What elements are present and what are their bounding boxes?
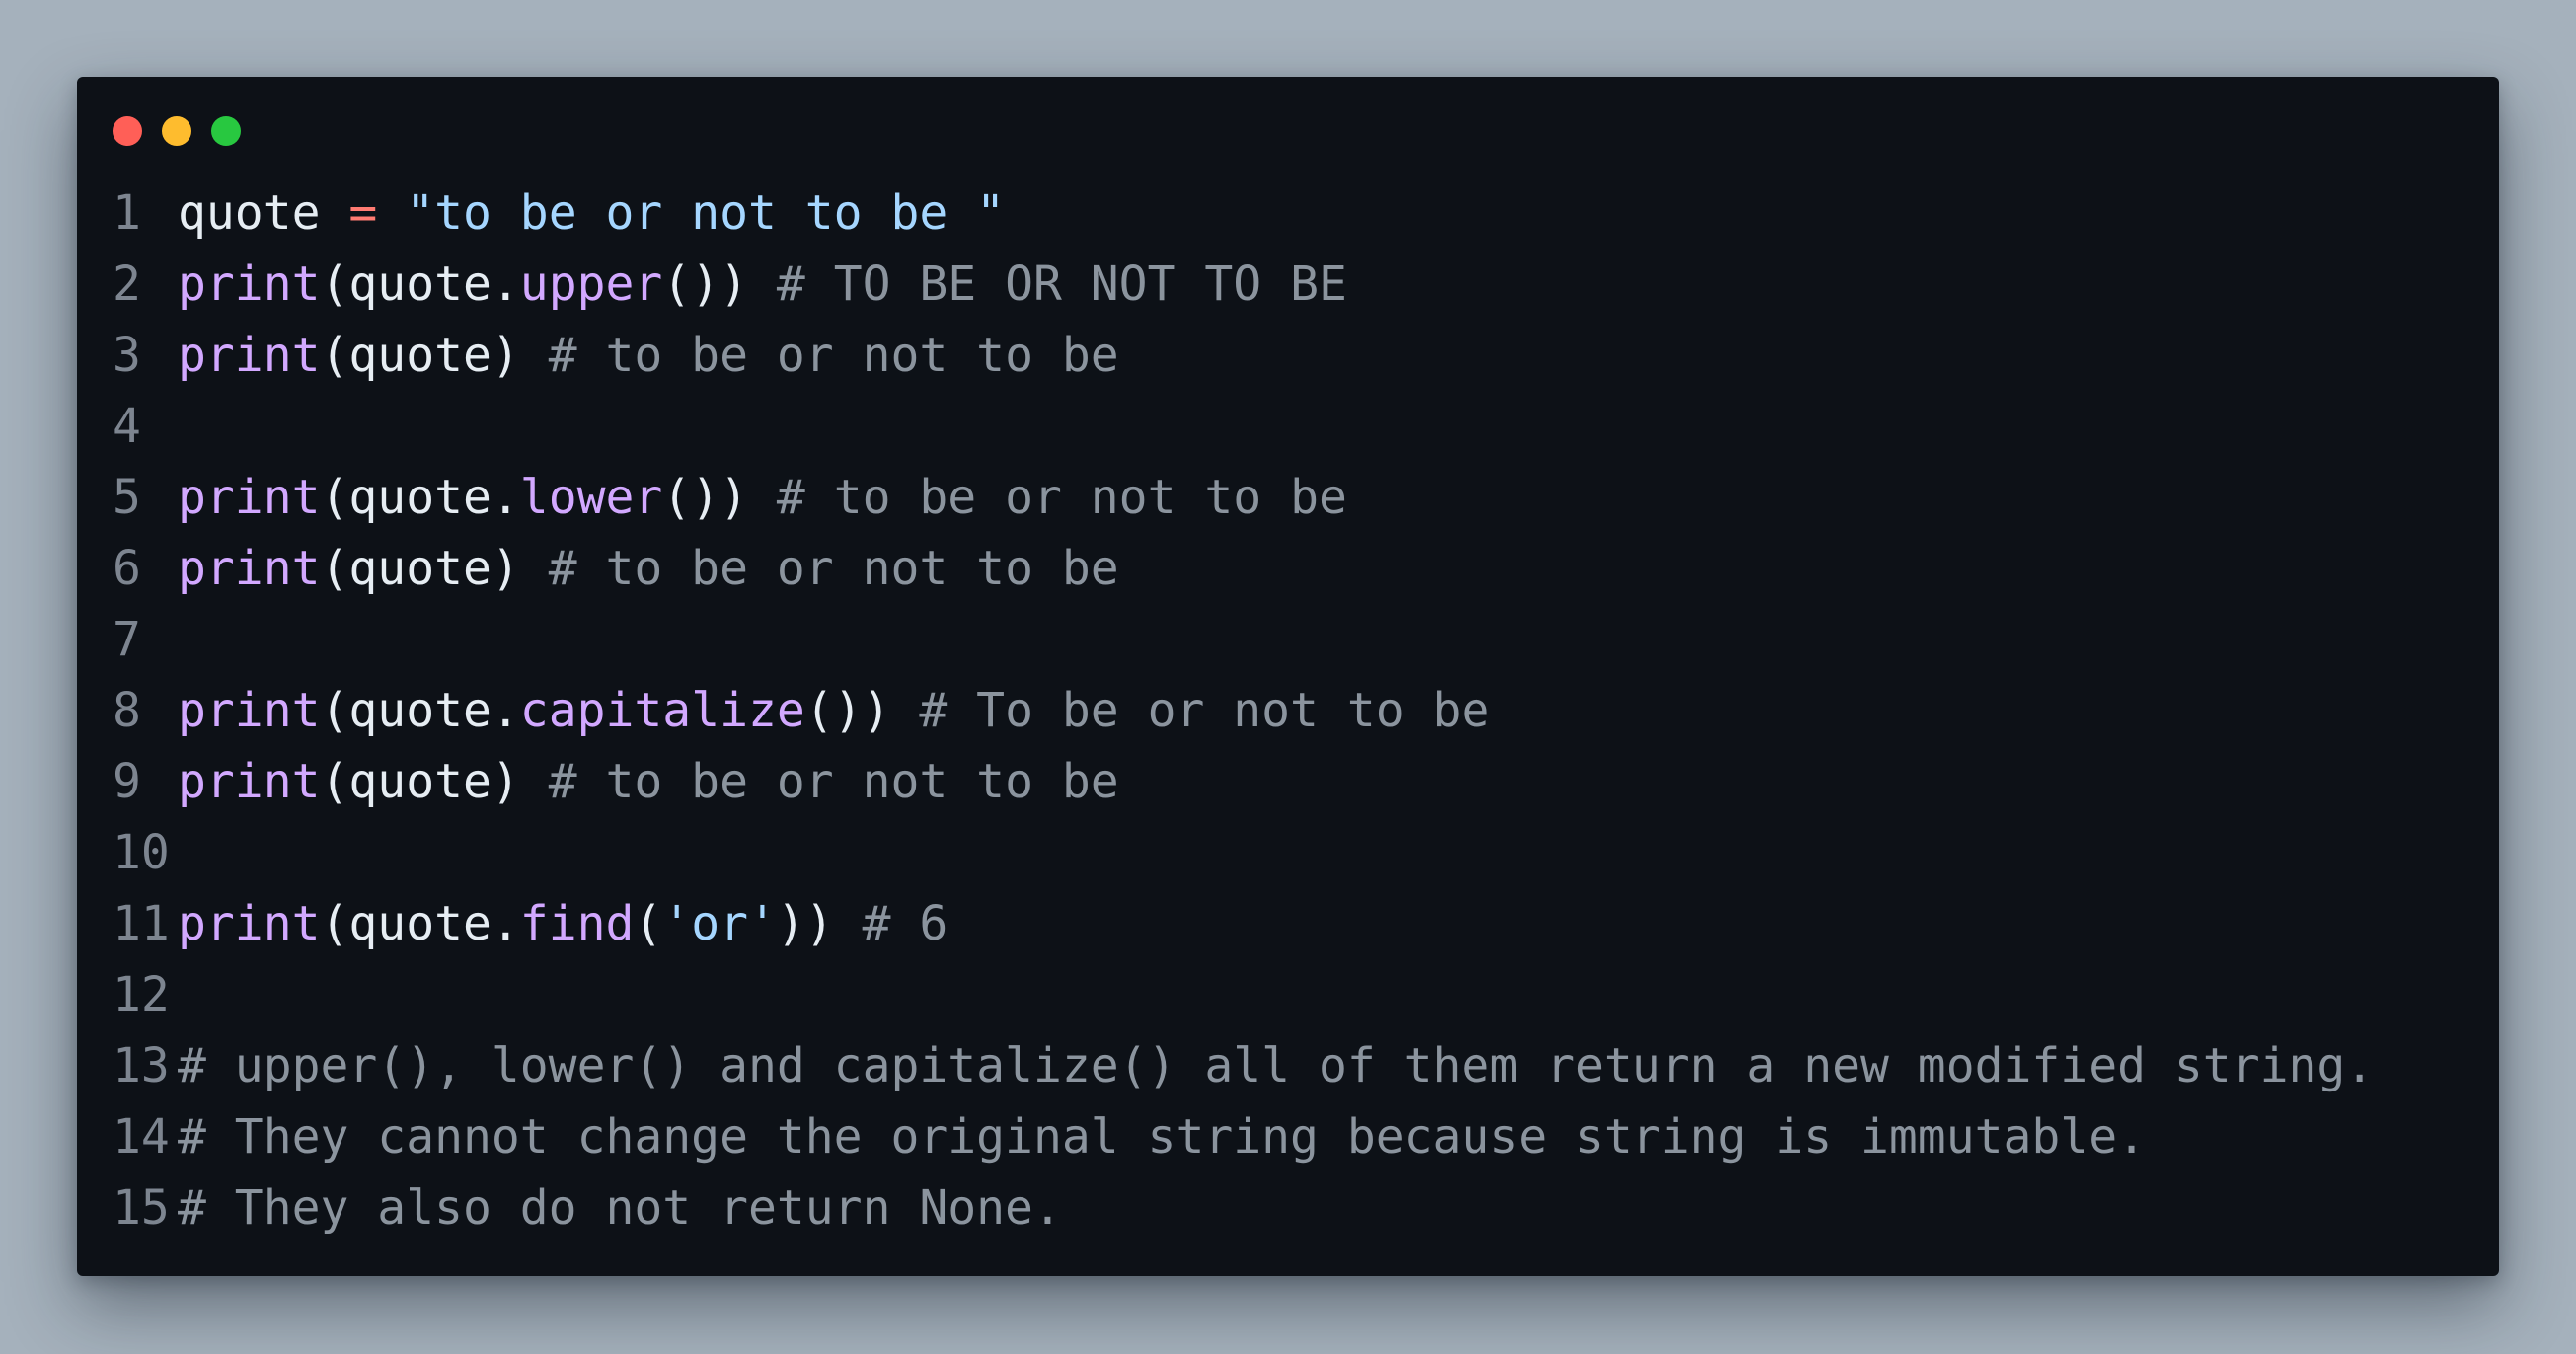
code-line: 10 xyxy=(113,817,2374,888)
line-number: 1 xyxy=(113,186,141,241)
code-token: "to be or not to be " xyxy=(406,186,1006,241)
code-token: upper xyxy=(519,257,663,312)
code-token: quote xyxy=(178,186,349,241)
code-token: (quote. xyxy=(320,257,520,312)
close-icon[interactable] xyxy=(113,116,142,146)
code-window: 1 quote = "to be or not to be " 2 print(quo… xyxy=(77,77,2499,1276)
code-token: # 6 xyxy=(862,896,948,951)
code-line: 13 # upper(), lower() and capitalize() al… xyxy=(113,1030,2374,1101)
code-token: # To be or not to be xyxy=(919,683,1490,738)
line-number: 3 xyxy=(113,328,141,383)
line-number: 9 xyxy=(113,754,141,809)
line-number: 8 xyxy=(113,683,141,738)
code-token: print xyxy=(178,754,321,809)
line-number: 14 xyxy=(113,1109,170,1165)
code-line: 8 print(quote.capitalize()) # To be or no… xyxy=(113,675,2374,746)
line-content: print(quote.upper()) # TO BE OR NOT TO B… xyxy=(178,249,1347,320)
code-token: print xyxy=(178,470,321,525)
code-line: 3 print(quote) # to be or not to be xyxy=(113,320,2374,391)
code-line: 15 # They also do not return None. xyxy=(113,1172,2374,1243)
code-token: ()) xyxy=(662,470,777,525)
line-content: print(quote.lower()) # to be or not to b… xyxy=(178,462,1347,533)
code-token: print xyxy=(178,541,321,596)
line-content: quote = "to be or not to be " xyxy=(178,178,1005,249)
line-content: # They cannot change the original string… xyxy=(178,1101,2146,1172)
code-token: lower xyxy=(519,470,663,525)
code-token: (quote) xyxy=(320,328,549,383)
code-token: = xyxy=(348,186,378,241)
line-content: print(quote) # to be or not to be xyxy=(178,533,1119,604)
code-token: (quote) xyxy=(320,754,549,809)
code-token: print xyxy=(178,896,321,951)
code-line: 14 # They cannot change the original stri… xyxy=(113,1101,2374,1172)
code-line: 5 print(quote.lower()) # to be or not to … xyxy=(113,462,2374,533)
line-number: 15 xyxy=(113,1180,170,1236)
code-token: # They also do not return None. xyxy=(178,1180,1062,1236)
line-content: # upper(), lower() and capitalize() all … xyxy=(178,1030,2374,1101)
line-number: 6 xyxy=(113,541,141,596)
code-token: # to be or not to be xyxy=(776,470,1347,525)
code-line: 1 quote = "to be or not to be " xyxy=(113,178,2374,249)
code-token: ()) xyxy=(804,683,920,738)
code-token: print xyxy=(178,257,321,312)
line-content: print(quote) # to be or not to be xyxy=(178,746,1119,817)
line-content: print(quote.capitalize()) # To be or not… xyxy=(178,675,1489,746)
line-number: 7 xyxy=(113,612,141,667)
code-line: 7 xyxy=(113,604,2374,675)
line-number: 4 xyxy=(113,399,141,454)
code-token: # to be or not to be xyxy=(548,754,1119,809)
code-token: (quote. xyxy=(320,896,520,951)
line-number: 13 xyxy=(113,1038,170,1093)
line-content: # They also do not return None. xyxy=(178,1172,1062,1243)
code-token: (quote) xyxy=(320,541,549,596)
maximize-icon[interactable] xyxy=(211,116,241,146)
code-token: # upper(), lower() and capitalize() all … xyxy=(178,1038,2375,1093)
line-number: 10 xyxy=(113,825,170,880)
line-content: print(quote.find('or')) # 6 xyxy=(178,888,947,959)
code-token: ( xyxy=(634,896,663,951)
line-number: 12 xyxy=(113,967,170,1022)
code-token: (quote. xyxy=(320,683,520,738)
code-token: (quote. xyxy=(320,470,520,525)
minimize-icon[interactable] xyxy=(162,116,191,146)
line-number: 2 xyxy=(113,257,141,312)
code-token: # to be or not to be xyxy=(548,541,1119,596)
code-token: capitalize xyxy=(519,683,805,738)
code-token: )) xyxy=(776,896,863,951)
code-editor[interactable]: 1 quote = "to be or not to be " 2 print(quo… xyxy=(113,178,2374,1243)
code-token: 'or' xyxy=(662,896,777,951)
code-token: # They cannot change the original string… xyxy=(178,1109,2146,1165)
code-line: 4 xyxy=(113,391,2374,462)
code-line: 12 xyxy=(113,959,2374,1030)
code-line: 6 print(quote) # to be or not to be xyxy=(113,533,2374,604)
window-controls xyxy=(113,116,241,146)
code-token: print xyxy=(178,683,321,738)
code-token: # to be or not to be xyxy=(548,328,1119,383)
line-number: 5 xyxy=(113,470,141,525)
code-token: print xyxy=(178,328,321,383)
code-token: ()) xyxy=(662,257,777,312)
code-token: # TO BE OR NOT TO BE xyxy=(776,257,1347,312)
code-token: find xyxy=(519,896,635,951)
code-line: 9 print(quote) # to be or not to be xyxy=(113,746,2374,817)
code-line: 2 print(quote.upper()) # TO BE OR NOT TO … xyxy=(113,249,2374,320)
line-number: 11 xyxy=(113,896,170,951)
line-content: print(quote) # to be or not to be xyxy=(178,320,1119,391)
code-line: 11 print(quote.find('or')) # 6 xyxy=(113,888,2374,959)
